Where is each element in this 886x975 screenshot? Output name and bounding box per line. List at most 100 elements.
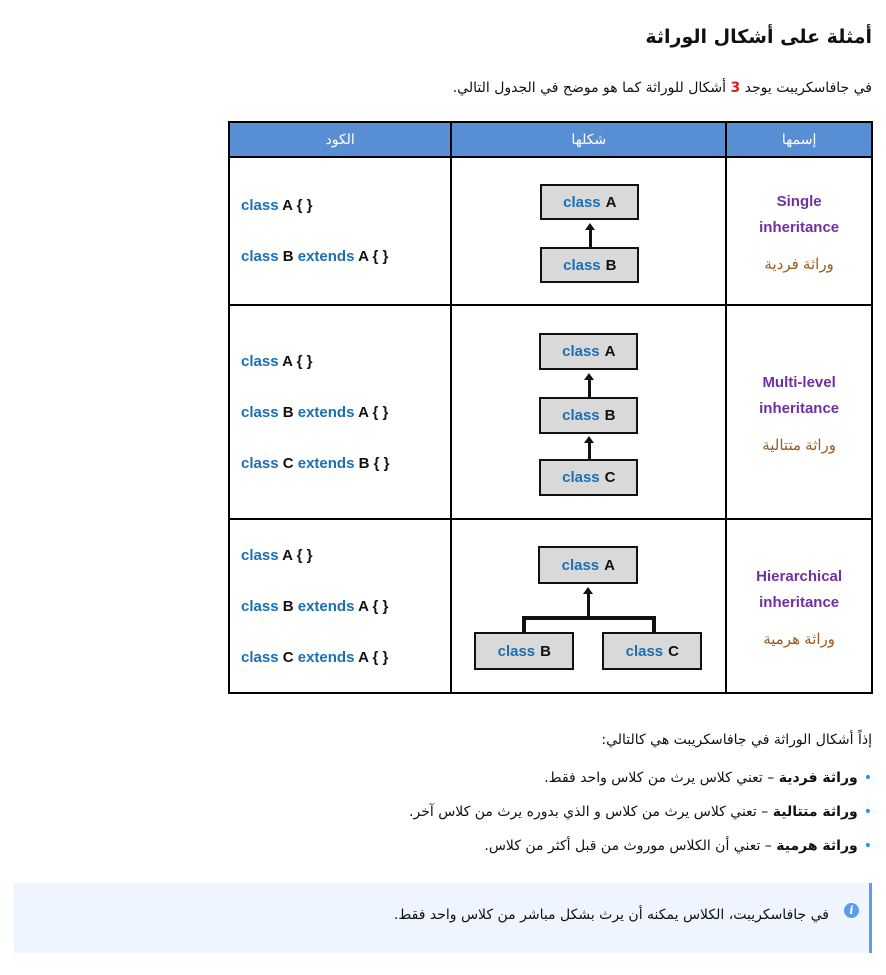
code-text: A { } (358, 648, 389, 666)
diagram-box-a: class A (539, 333, 639, 370)
bullet-icon: • (863, 770, 872, 786)
connector-line (652, 616, 657, 633)
name-english: Hierarchical inheritance (727, 564, 871, 616)
code-line: class B extends A { } (241, 405, 450, 420)
bullet-icon: • (863, 838, 872, 854)
code-line: class A { } (241, 354, 450, 369)
code-text: A { } (358, 248, 389, 265)
keyword: extends (297, 648, 355, 666)
code-text: A { } (358, 597, 389, 615)
keyword: class (241, 597, 279, 615)
code-cell: class A { } class B extends A { } class … (227, 518, 453, 694)
keyword: class (625, 642, 664, 660)
class-name: A (605, 193, 617, 211)
code-cell: class A { } class B extends A { } class … (227, 304, 453, 520)
diagram-cell: class A class B class C (450, 304, 728, 520)
diagram-box-b: class B (539, 397, 639, 434)
diagram-box-b: class B (474, 632, 575, 670)
keyword: class (241, 546, 279, 564)
forms-list: • وراثة فردية – تعني كلاس يرث من كلاس واح… (409, 770, 872, 872)
name-cell: Hierarchical inheritance وراثة هرمية (725, 518, 873, 694)
code-line: class B extends A { } (241, 249, 450, 264)
keyword: extends (297, 248, 355, 265)
intro-text-end: أشكال للوراثة كما هو موضح في الجدول التا… (452, 80, 731, 96)
name-en-line: inheritance (759, 219, 840, 236)
inheritance-table: الكود شكلها إسمها class A { } class B ex… (227, 121, 873, 694)
note-text: في جافاسكريبت، الكلاس يمكنه أن يرث بشكل … (393, 907, 829, 923)
name-en-line: Single (776, 193, 822, 210)
name-en-line: inheritance (759, 400, 840, 417)
page-title: أمثلة على أشكال الوراثة (645, 26, 872, 48)
name-cell: Single inheritance وراثة فردية (725, 156, 873, 306)
class-name: A (604, 556, 615, 574)
name-arabic: وراثة هرمية (763, 631, 836, 648)
header-name: إسمها (725, 121, 873, 158)
code-text: A { } (282, 352, 313, 370)
arrow-up-icon (583, 587, 594, 618)
summary-text: إذاً أشكال الوراثة في جافاسكريبت هي كالت… (601, 732, 872, 748)
keyword: class (562, 469, 600, 486)
arrow-up-icon (585, 223, 596, 247)
table-row-hierarchical: class A { } class B extends A { } class … (227, 518, 873, 694)
keyword: class (241, 197, 279, 214)
code-line: class A { } (241, 198, 450, 213)
class-name: C (282, 648, 294, 666)
list-item: • وراثة متتالية – تعني كلاس يرث من كلاس و… (409, 804, 872, 838)
name-en-line: Hierarchical (756, 568, 843, 585)
keyword: class (563, 256, 601, 274)
name-en-line: Multi-level (762, 374, 836, 391)
table-row-multilevel: class A { } class B extends A { } class … (227, 304, 873, 520)
connector-line (522, 616, 527, 633)
keyword: class (561, 556, 600, 574)
keyword: class (241, 248, 279, 265)
class-name: B (282, 597, 294, 615)
keyword: class (241, 648, 279, 666)
name-cell: Multi-level inheritance وراثة متتالية (725, 304, 873, 520)
class-name: B (604, 407, 616, 424)
header-shape: شكلها (450, 121, 728, 158)
intro-text: في جافاسكريبت يوجد (740, 80, 872, 96)
diagram-box-a: class A (538, 546, 639, 584)
class-name: B (282, 248, 294, 265)
list-item: • وراثة فردية – تعني كلاس يرث من كلاس واح… (409, 770, 872, 804)
diagram-cell: class A class B (450, 156, 728, 306)
form-term: وراثة هرمية (776, 838, 858, 854)
list-item: • وراثة هرمية – تعني أن الكلاس موروث من ق… (409, 838, 872, 872)
diagram-cell: class A class B class C (450, 518, 728, 694)
class-name: B (282, 403, 294, 421)
header-code: الكود (227, 121, 453, 158)
diagram-box-c: class C (539, 459, 639, 496)
code-line: class B extends A { } (241, 599, 450, 614)
info-note: i في جافاسكريبت، الكلاس يمكنه أن يرث بشك… (14, 883, 872, 953)
keyword: class (241, 352, 279, 370)
class-name: B (605, 256, 617, 274)
form-desc: – تعني كلاس يرث من كلاس و الذي بدوره يرث… (409, 804, 773, 820)
diagram-box-b: class B (540, 247, 640, 283)
arrow-up-icon (584, 436, 595, 459)
table-row-single: class A { } class B extends A { } class A… (227, 156, 873, 306)
class-name: C (604, 469, 616, 486)
form-desc: – تعني أن الكلاس موروث من قبل أكثر من كل… (484, 838, 777, 854)
name-en-line: inheritance (759, 594, 840, 611)
intro-paragraph: في جافاسكريبت يوجد 3 أشكال للوراثة كما ه… (453, 80, 872, 96)
code-line: class C extends B { } (241, 456, 450, 471)
diagram-box-a: class A (540, 184, 640, 220)
keyword: class (241, 403, 279, 421)
connector-line (522, 616, 657, 620)
name-english: Multi-level inheritance (727, 370, 871, 422)
code-text: B { } (358, 454, 390, 472)
arrow-up-icon (584, 373, 595, 397)
class-name: C (282, 454, 294, 472)
info-icon: i (844, 903, 859, 918)
form-term: وراثة متتالية (772, 804, 858, 820)
diagram-box-c: class C (602, 632, 703, 670)
code-text: A { } (282, 546, 313, 564)
form-desc: – تعني كلاس يرث من كلاس واحد فقط. (544, 770, 779, 786)
code-line: class C extends A { } (241, 650, 450, 665)
class-name: A (604, 343, 616, 360)
keyword: extends (297, 454, 355, 472)
code-text: A { } (358, 403, 389, 421)
keyword: class (241, 454, 279, 472)
code-cell: class A { } class B extends A { } (227, 156, 453, 306)
keyword: class (562, 343, 600, 360)
